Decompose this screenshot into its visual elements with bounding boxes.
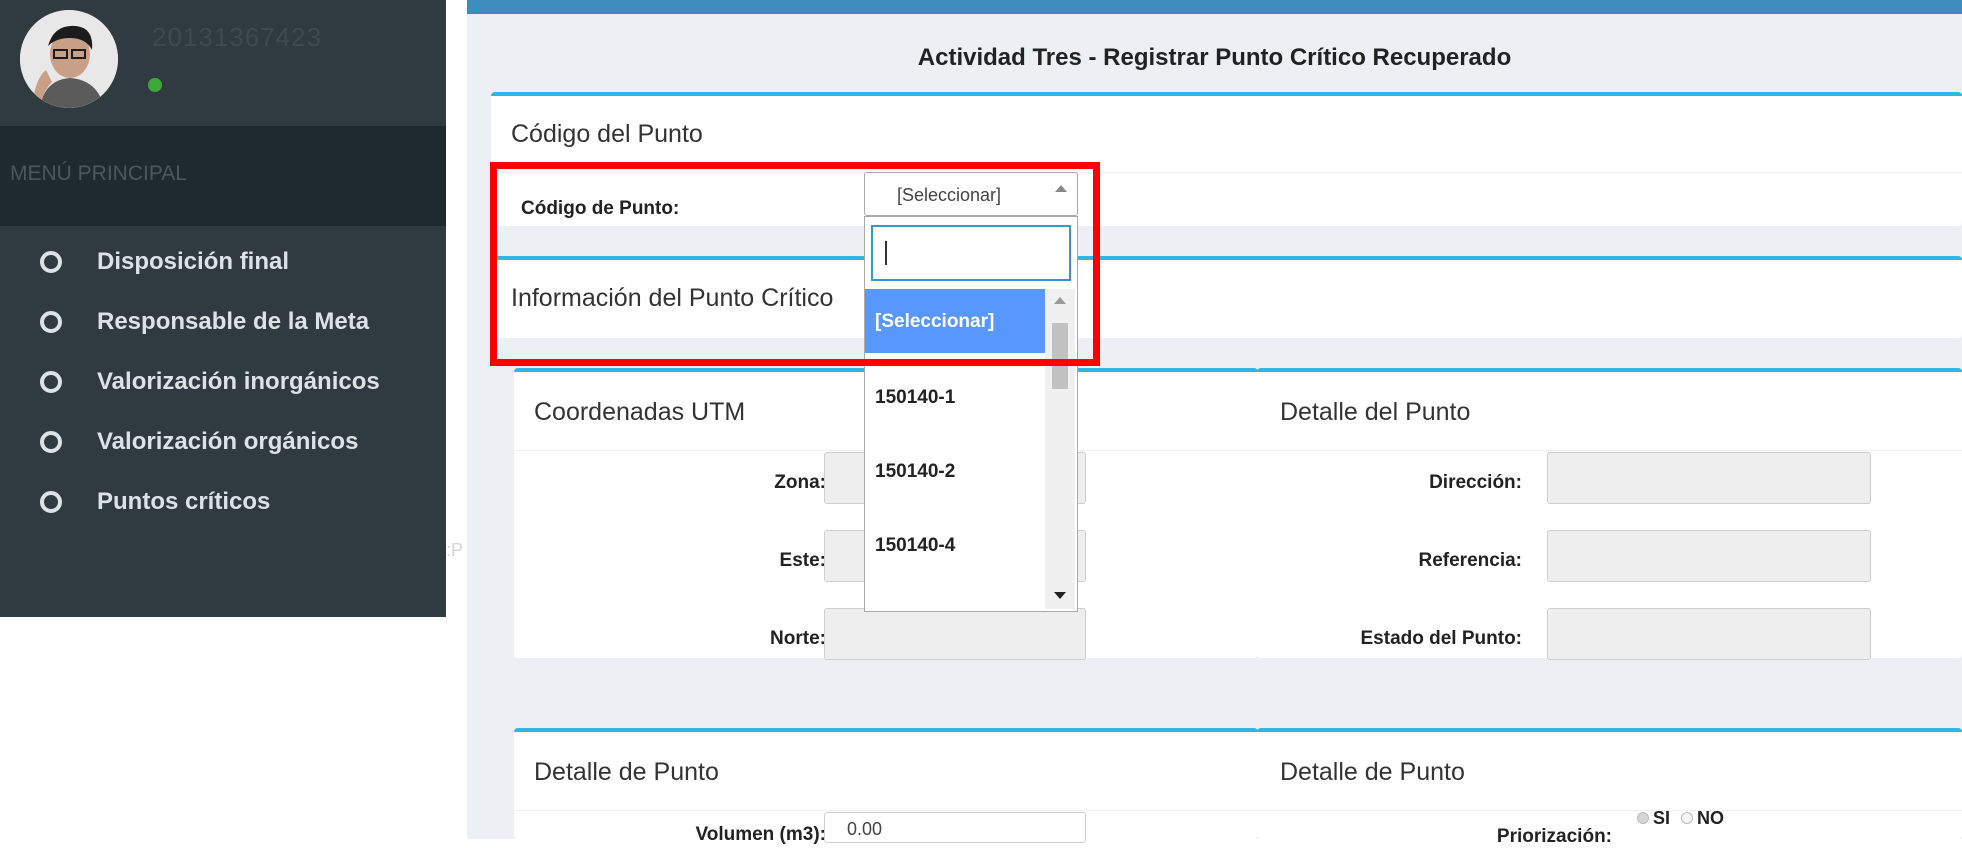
main-content: Actividad Tres - Registrar Punto Crítico…	[467, 0, 1962, 847]
sidebar-item-label: Valorización orgánicos	[97, 428, 359, 455]
norte-label: Norte:	[770, 628, 826, 649]
avatar[interactable]	[20, 10, 118, 108]
sidebar-item-puntos-criticos[interactable]: Puntos críticos	[0, 466, 446, 538]
radio-si-label: SI	[1653, 808, 1671, 828]
estado-field[interactable]	[1547, 608, 1871, 660]
detalle-priorizacion-box-title: Detalle de Punto	[1280, 758, 1465, 786]
circle-icon	[40, 431, 62, 453]
referencia-field[interactable]	[1547, 530, 1871, 582]
volumen-value: 0.00	[847, 819, 883, 839]
page-title: Actividad Tres - Registrar Punto Crítico…	[917, 44, 1512, 71]
dropdown-option-label: 150140-2	[875, 461, 956, 482]
utm-box-title: Coordenadas UTM	[534, 398, 746, 426]
direccion-field[interactable]	[1547, 452, 1871, 504]
user-id: 20131367423	[152, 22, 323, 52]
dropdown-option[interactable]: 150140-2	[865, 439, 1045, 503]
dropdown-option-label: 150140-4	[875, 535, 956, 556]
radio-no-label: NO	[1697, 808, 1724, 828]
dropdown-option-label: 150140-1	[875, 387, 956, 408]
volumen-field[interactable]: 0.00	[824, 812, 1086, 843]
radio-no[interactable]	[1681, 812, 1693, 824]
divider	[1257, 810, 1962, 811]
sidebar-item-label: Puntos críticos	[97, 488, 271, 515]
dropdown-option[interactable]: 150140-1	[865, 365, 1045, 429]
divider	[514, 810, 1258, 811]
zona-label: Zona:	[774, 472, 826, 493]
user-photo-icon	[20, 10, 118, 108]
detalle-punto-box: Detalle del Punto Dirección: Referencia:…	[1257, 368, 1962, 660]
codigo-box-title: Código del Punto	[511, 120, 703, 148]
direccion-label: Dirección:	[1429, 472, 1522, 493]
sidebar-menu: Disposición final Responsable de la Meta…	[0, 226, 446, 617]
scroll-down-icon[interactable]	[1054, 592, 1066, 599]
detalle-volumen-box: Detalle de Punto Volumen (m3): 0.00	[514, 728, 1258, 845]
user-panel: 20131367423	[0, 0, 446, 126]
circle-icon	[40, 251, 62, 273]
circle-icon	[40, 491, 62, 513]
sidebar-item-label: Valorización inorgánicos	[97, 368, 380, 395]
detalle-priorizacion-box: Detalle de Punto Priorización: SI NO	[1257, 728, 1962, 847]
menu-header-label: MENÚ PRINCIPAL	[10, 162, 187, 185]
priorizacion-label: Priorización:	[1496, 826, 1612, 847]
sidebar: 20131367423 MENÚ PRINCIPAL Disposición f…	[0, 0, 446, 617]
radio-si[interactable]	[1637, 812, 1649, 824]
detalle-punto-box-title: Detalle del Punto	[1280, 398, 1471, 426]
sidebar-overflow-text: :P	[446, 540, 464, 560]
detalle-volumen-box-title: Detalle de Punto	[534, 758, 719, 786]
menu-header: MENÚ PRINCIPAL	[0, 126, 446, 226]
sidebar-item-label: Responsable de la Meta	[97, 308, 370, 335]
este-label: Este:	[779, 550, 826, 571]
volumen-label: Volumen (m3):	[695, 824, 826, 845]
referencia-label: Referencia:	[1418, 550, 1523, 571]
dropdown-option[interactable]: 150140-4	[865, 513, 1045, 577]
highlight-box	[490, 162, 1100, 366]
circle-icon	[40, 371, 62, 393]
estado-label: Estado del Punto:	[1360, 628, 1523, 649]
divider	[1257, 450, 1962, 451]
norte-field[interactable]	[824, 608, 1086, 660]
sidebar-item-label: Disposición final	[97, 248, 290, 275]
online-status-icon	[148, 78, 162, 92]
top-bar	[467, 0, 1962, 14]
circle-icon	[40, 311, 62, 333]
